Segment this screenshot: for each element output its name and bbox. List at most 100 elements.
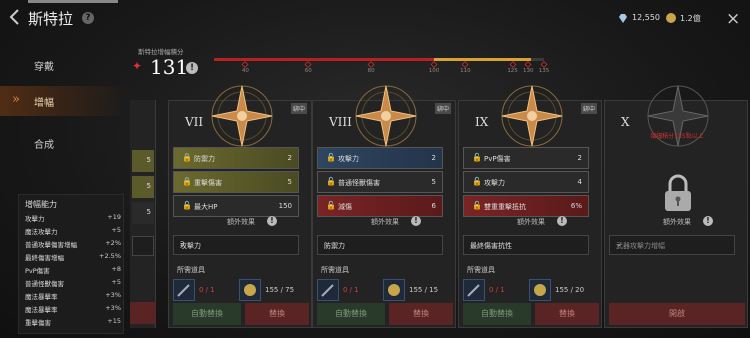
bound-badge: 綁中 (580, 103, 597, 114)
replace-button[interactable]: 替換 (535, 303, 599, 325)
option-slot[interactable]: 🔓 攻擊力 4 (463, 171, 589, 193)
option-name: 減傷 (338, 203, 352, 211)
unlock-icon[interactable]: 🔓 (472, 153, 482, 162)
option-name: 雙重重擊抵抗 (484, 203, 526, 211)
auto-replace-button[interactable]: 自動替換 (317, 303, 385, 325)
tick-marker (524, 60, 532, 69)
tick-marker (461, 60, 469, 69)
info-icon[interactable]: ! (267, 216, 277, 226)
option-slot[interactable]: 🔓 攻擊力 2 (317, 147, 443, 169)
scroll-icon[interactable] (529, 279, 551, 301)
open-button[interactable]: 開啟 (609, 303, 745, 325)
page-title: 斯特拉 (28, 10, 74, 28)
card-vii: VII 綁中 🔒 防禦力 2 🔒 重擊傷害 5 🔓 最大HP 150 額外效果! 攻擊力 2 所需道具 0 /… (168, 85, 312, 328)
sidebar-item-label: 穿戴 (34, 62, 54, 73)
info-icon[interactable]: ! (703, 216, 713, 226)
unlock-icon[interactable]: 🔓 (326, 153, 336, 162)
stat-value: +2.5% (99, 252, 121, 260)
slot-partial: 5 (132, 176, 154, 198)
option-slot[interactable]: 🔓 普通怪獸傷害 5 (317, 171, 443, 193)
unlock-icon[interactable]: 🔓 (472, 201, 482, 210)
tick-label: 125 (507, 68, 518, 74)
option-value: 5 (287, 178, 292, 186)
option-slot[interactable]: 🔓 雙重重擊抵抗 6% (463, 195, 589, 217)
chevron-down-icon: ⌄ (324, 240, 330, 248)
extra-effect-dropdown[interactable]: 攻擊力 2 (173, 235, 299, 255)
auto-replace-button[interactable]: 自動替換 (463, 303, 531, 325)
amplify-progress: 斯特拉增幅積分 ✦ 131 ! 40 60 80 100 110 125 130 135 (130, 44, 550, 84)
unlock-icon[interactable]: 🔓 (326, 201, 336, 210)
info-icon[interactable]: ! (411, 216, 421, 226)
unlock-icon[interactable]: 🔓 (182, 201, 192, 210)
sidebar-item-wear[interactable]: 穿戴 (0, 50, 128, 80)
replace-button[interactable]: 替換 (245, 303, 309, 325)
tick-label: 40 (241, 68, 249, 74)
scroll-icon[interactable] (383, 279, 405, 301)
sword-icon[interactable] (173, 279, 195, 301)
option-name: 普通怪獸傷害 (338, 179, 380, 187)
sword-icon[interactable] (317, 279, 339, 301)
option-value: 6% (570, 202, 582, 210)
card-header: VIII 綁中 (313, 85, 455, 147)
lock-icon[interactable]: 🔒 (182, 153, 192, 162)
button-partial (130, 302, 156, 324)
material-count: 0 / 1 (343, 286, 359, 294)
card-roman: VII (185, 115, 204, 129)
close-icon[interactable]: × (726, 9, 740, 29)
lock-icon (665, 174, 691, 211)
stat-name: 普通攻擊傷害增幅 (25, 241, 77, 249)
slot-partial: 5 (132, 150, 154, 172)
unlock-icon[interactable]: 🔓 (326, 177, 336, 186)
diamond-icon (618, 14, 628, 23)
option-slot[interactable]: 🔓 最大HP 150 (173, 195, 299, 217)
card-header: X (605, 85, 747, 147)
sidebar-item-synthesis[interactable]: 合成 (0, 128, 128, 158)
unlock-icon[interactable]: 🔓 (472, 177, 482, 186)
extra-effect-dropdown: 武器攻擊力增幅 ⌄ (609, 235, 735, 255)
tick-marker (509, 60, 517, 69)
option-slot[interactable]: 🔒 重擊傷害 5 (173, 171, 299, 193)
stats-title: 增幅能力 (25, 200, 57, 209)
tick-label: 110 (460, 68, 471, 74)
sidebar-item-label: 合成 (34, 140, 54, 151)
lock-icon[interactable]: 🔒 (182, 177, 192, 186)
extra-effect-dropdown[interactable]: 防禦力 ⌄ (317, 235, 443, 255)
option-value: 5 (431, 178, 436, 186)
amplify-stats-panel: 增幅能力 攻擊力 +19 魔法攻擊力 +5 普通攻擊傷害增幅 +2% 最終傷害增幅 +2.5%… (18, 194, 124, 334)
option-slot[interactable]: 🔓 減傷 6 (317, 195, 443, 217)
star-emblem-icon (355, 85, 417, 147)
info-icon[interactable]: ! (186, 62, 198, 74)
card-header: VII 綁中 (169, 85, 311, 147)
slot-value: 5 (146, 182, 151, 190)
coin-count: 1.2億 (680, 14, 701, 23)
option-value: 2 (287, 154, 292, 162)
option-slot[interactable]: 🔓 PvP傷害 2 (463, 147, 589, 169)
card-viii: VIII 綁中 🔓 攻擊力 2 🔓 普通怪獸傷害 5 🔓 減傷 6 額外效果! 防禦力 ⌄ 所需道具 0 / … (312, 85, 456, 328)
stat-name: 魔法攻擊力 (25, 228, 58, 236)
option-slot[interactable]: 🔒 防禦力 2 (173, 147, 299, 169)
extra-effect-dropdown[interactable]: 最終傷害抗性 ⌄ (463, 235, 589, 255)
option-name: 攻擊力 (338, 155, 359, 163)
tick-label: 135 (538, 68, 550, 74)
card-x-locked: X 增幅積分135點以上 額外效果 ! 武器攻擊力增幅 ⌄ 開啟 (604, 85, 748, 328)
auto-replace-button[interactable]: 自動替換 (173, 303, 241, 325)
tick-label: 80 (367, 68, 375, 74)
stat-name: 魔法暴擊率 (25, 293, 58, 301)
help-icon[interactable]: ? (82, 12, 94, 24)
tick-marker (367, 60, 375, 69)
sword-icon[interactable] (463, 279, 485, 301)
option-value: 6 (431, 202, 436, 210)
scroll-icon[interactable] (239, 279, 261, 301)
option-name: 攻擊力 (484, 179, 505, 187)
tick-marker (540, 60, 548, 69)
back-arrow-icon[interactable] (6, 6, 26, 28)
star-icon: ✦ (132, 59, 143, 73)
option-value: 4 (577, 178, 582, 186)
stat-name: 重擊傷害 (25, 319, 51, 327)
option-value: 2 (577, 154, 582, 162)
material-count: 155 / 75 (265, 286, 295, 294)
required-items-label: 所需道具 (321, 266, 349, 274)
replace-button[interactable]: 替換 (389, 303, 453, 325)
sidebar-item-amplify[interactable]: » 增幅 (0, 86, 128, 116)
info-icon[interactable]: ! (557, 216, 567, 226)
